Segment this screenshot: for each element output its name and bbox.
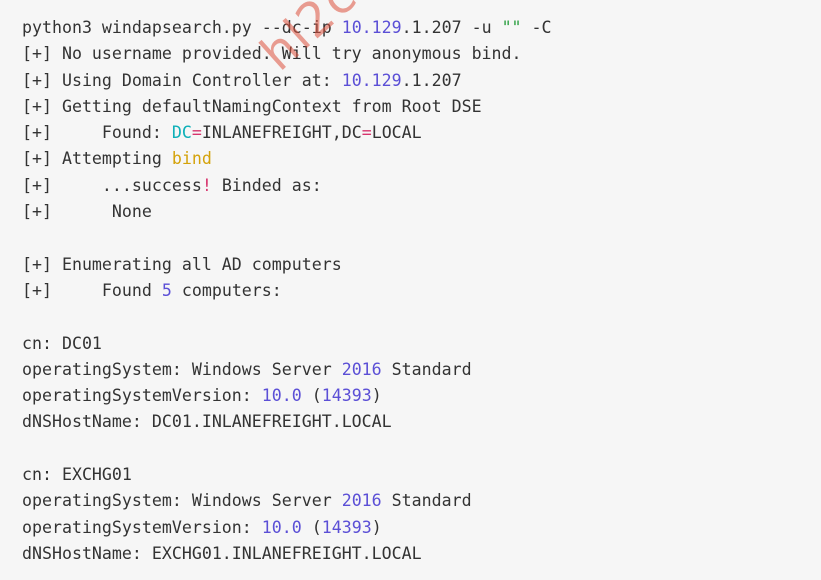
terminal-text: [+] Enumerating all AD computers — [22, 254, 342, 274]
terminal-text: operatingSystemVersion: — [22, 386, 262, 406]
terminal-text: Standard — [381, 491, 472, 511]
terminal-line: [+] Found: DC=INLANEFREIGHT,DC=LOCAL — [22, 120, 821, 146]
terminal-text: [+] Found — [22, 280, 162, 300]
terminal-text: LOCAL — [371, 123, 422, 143]
terminal-text: bind — [171, 149, 212, 169]
terminal-line: [+] Getting defaultNamingContext from Ro… — [22, 94, 821, 120]
terminal-line: [+] No username provided. Will try anony… — [22, 41, 821, 67]
terminal-text: Standard — [381, 359, 472, 379]
terminal-line: [+] ...success! Binded as: — [22, 173, 821, 199]
terminal-text: 14393 — [321, 517, 372, 537]
terminal-text: cn: DC01 — [22, 333, 102, 353]
terminal-text: ( — [301, 517, 322, 537]
terminal-text: [+] ...success — [22, 175, 202, 195]
terminal-text: 10.129 — [341, 18, 402, 37]
terminal-text: python3 windapsearch.py --dc-ip — [22, 18, 342, 37]
terminal-text: ) — [371, 517, 382, 537]
terminal-line: cn: DC01 — [22, 331, 821, 357]
terminal-text: .1.207 — [401, 70, 462, 90]
terminal-text: INLANEFREIGHT,DC — [201, 123, 362, 143]
terminal-text: cn: EXCHG01 — [22, 465, 132, 485]
terminal-line: [+] Found 5 computers: — [22, 278, 821, 304]
terminal-text: operatingSystem: Windows Server — [22, 491, 342, 511]
terminal-text: 10.0 — [261, 386, 302, 406]
terminal-line: operatingSystem: Windows Server 2016 Sta… — [22, 357, 821, 383]
terminal-text: = — [361, 123, 372, 143]
terminal-line: [+] Enumerating all AD computers — [22, 252, 821, 278]
terminal-text: 2016 — [341, 491, 382, 511]
terminal-text: [+] Using Domain Controller at: — [22, 70, 342, 90]
terminal-text: = — [191, 123, 202, 143]
terminal-line: dNSHostName: EXCHG01.INLANEFREIGHT.LOCAL — [22, 541, 821, 567]
terminal-text: 10.0 — [261, 517, 302, 537]
terminal-text: [+] Getting defaultNamingContext from Ro… — [22, 96, 482, 116]
terminal-line: [+] Using Domain Controller at: 10.129.1… — [22, 68, 821, 94]
terminal-text: ! — [201, 175, 212, 195]
terminal-line: operatingSystemVersion: 10.0 (14393) — [22, 515, 821, 541]
terminal-line: cn: EXCHG01 — [22, 462, 821, 488]
terminal-text: operatingSystemVersion: — [22, 517, 262, 537]
terminal-text: [+] No username provided. Will try anony… — [22, 44, 522, 64]
terminal-text: DC — [171, 123, 192, 143]
terminal-text: dNSHostName: EXCHG01.INLANEFREIGHT.LOCAL — [22, 543, 422, 563]
terminal-text: 5 — [161, 280, 172, 300]
terminal-line: operatingSystemVersion: 10.0 (14393) — [22, 383, 821, 409]
terminal-text: -C — [521, 18, 552, 37]
terminal-text: [+] Attempting — [22, 149, 172, 169]
terminal-line: operatingSystem: Windows Server 2016 Sta… — [22, 488, 821, 514]
terminal-text: [+] None — [22, 202, 152, 222]
terminal-line: [+] Attempting bind — [22, 146, 821, 172]
terminal-text: 14393 — [321, 386, 372, 406]
terminal-text: ( — [301, 386, 322, 406]
terminal-text: Binded as: — [211, 175, 322, 195]
terminal-line: python3 windapsearch.py --dc-ip 10.129.1… — [22, 15, 821, 41]
terminal-text: dNSHostName: DC01.INLANEFREIGHT.LOCAL — [22, 412, 392, 432]
terminal-text: "" — [501, 18, 522, 37]
terminal-text: [+] Found: — [22, 123, 172, 143]
terminal-text: operatingSystem: Windows Server — [22, 359, 342, 379]
terminal-line: dNSHostName: DC01.INLANEFREIGHT.LOCAL — [22, 409, 821, 435]
terminal-lines: python3 windapsearch.py --dc-ip 10.129.1… — [22, 15, 821, 567]
terminal-text: ) — [371, 386, 382, 406]
terminal-text: 2016 — [341, 359, 382, 379]
terminal-line: [+] None — [22, 199, 821, 225]
terminal-text: computers: — [171, 280, 282, 300]
terminal-output: python3 windapsearch.py --dc-ip 10.129.1… — [0, 0, 821, 580]
terminal-text: .1.207 -u — [401, 18, 502, 37]
terminal-text: 10.129 — [341, 70, 402, 90]
